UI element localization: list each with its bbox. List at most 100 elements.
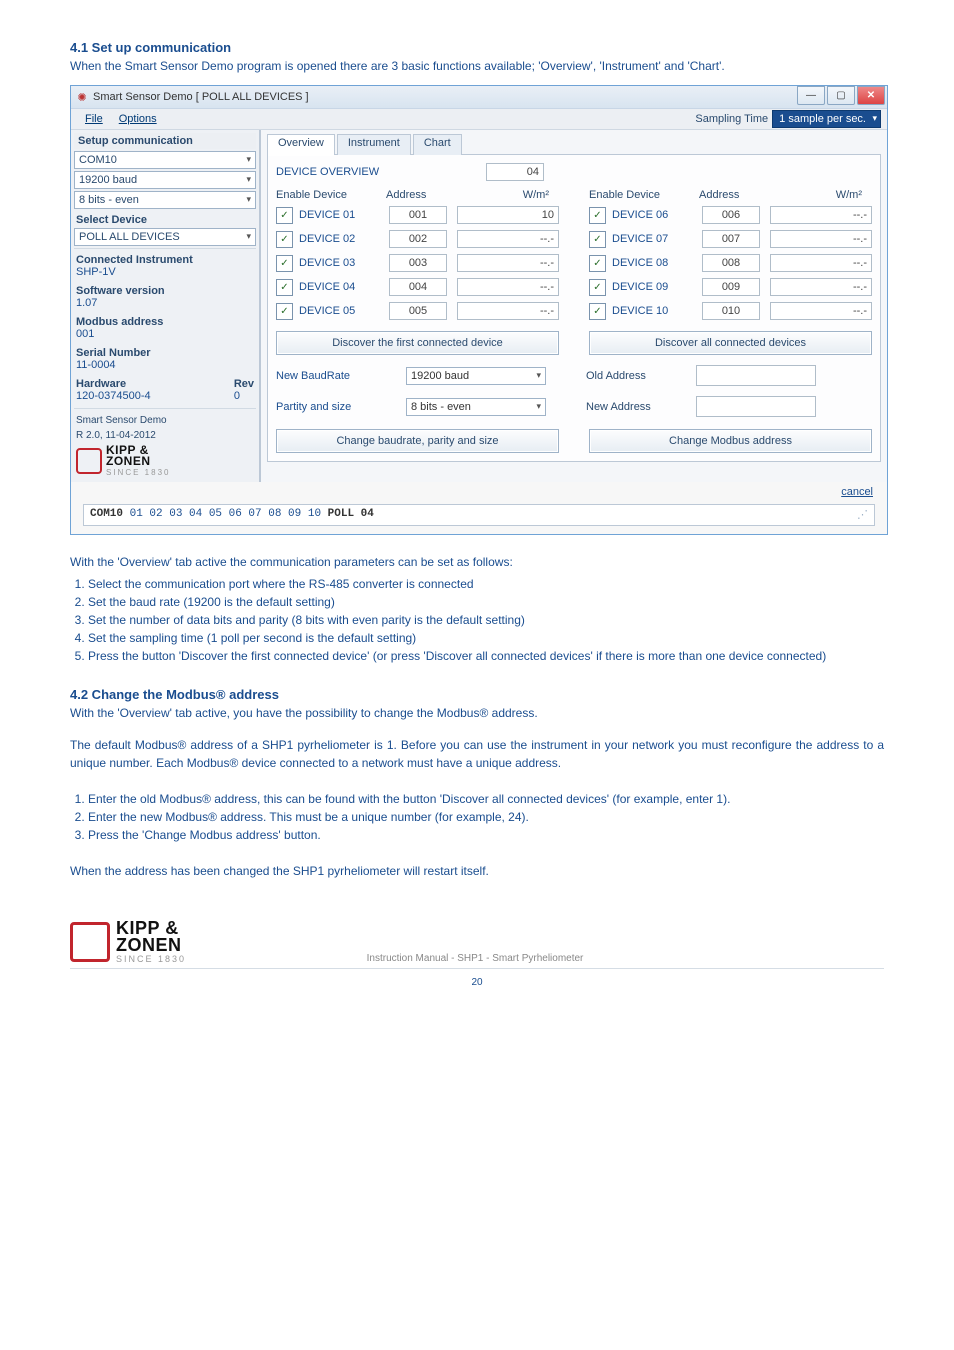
serial-number-value: 11-0004 [74,359,256,375]
sidebar-logo: KIPP & ZONEN SINCE 1830 [74,441,256,479]
menubar: File Options Sampling Time 1 sample per … [71,109,887,130]
device-enable-checkbox[interactable]: ✓ [589,279,606,296]
bits-select[interactable]: 8 bits - even [74,191,256,209]
minimize-button[interactable]: — [797,86,825,105]
device-enable-checkbox[interactable]: ✓ [276,207,293,224]
hardware-label: Hardware [74,375,232,390]
col-address-right: Address [699,189,764,201]
com-port-select[interactable]: COM10 [74,151,256,169]
device-address[interactable]: 010 [702,302,760,320]
device-address[interactable]: 007 [702,230,760,248]
device-select[interactable]: POLL ALL DEVICES [74,228,256,246]
page-number: 20 [70,977,884,988]
change-baudrate-button[interactable]: Change baudrate, parity and size [276,429,559,453]
kipp-zonen-logo-icon [76,448,102,474]
device-value: --.- [770,302,872,320]
device-row: ✓ DEVICE 06006 --.- [589,203,872,227]
device-name: DEVICE 01 [299,209,389,221]
list-item: Set the baud rate (19200 is the default … [88,593,884,611]
tab-chart[interactable]: Chart [413,134,462,155]
device-name: DEVICE 09 [612,281,702,293]
main-panel: Overview Instrument Chart DEVICE OVERVIE… [261,130,887,482]
list-item: Press the 'Change Modbus address' button… [88,826,884,844]
baud-select[interactable]: 19200 baud [74,171,256,189]
menu-options[interactable]: Options [111,111,165,127]
change-modbus-address-button[interactable]: Change Modbus address [589,429,872,453]
col-enable-right: Enable Device [589,189,699,201]
device-row: ✓ DEVICE 10010 --.- [589,299,872,323]
tabs: Overview Instrument Chart [267,133,881,155]
footer-logo: KIPP & ZONEN SINCE 1830 [70,920,186,964]
list-item: Press the button 'Discover the first con… [88,647,884,665]
parity-label: Partity and size [276,401,406,413]
section-4-2-steps: Enter the old Modbus® address, this can … [88,790,884,844]
status-prefix: COM10 [90,508,130,520]
software-version-label: Software version [74,282,256,297]
new-address-input[interactable] [696,396,816,417]
device-address[interactable]: 008 [702,254,760,272]
footer-logo-line2: ZONEN [116,937,186,954]
device-count: 04 [486,163,544,181]
device-enable-checkbox[interactable]: ✓ [276,279,293,296]
titlebar: ✺ Smart Sensor Demo [ POLL ALL DEVICES ]… [71,86,887,109]
device-address[interactable]: 003 [389,254,447,272]
device-row: ✓DEVICE 02002--.- [276,227,559,251]
footer-logo-icon [70,922,110,962]
tab-overview[interactable]: Overview [267,134,335,155]
device-enable-checkbox[interactable]: ✓ [589,255,606,272]
device-address[interactable]: 005 [389,302,447,320]
device-enable-checkbox[interactable]: ✓ [589,207,606,224]
device-name: DEVICE 10 [612,305,702,317]
tab-instrument[interactable]: Instrument [337,134,411,155]
maximize-button[interactable]: ▢ [827,86,855,105]
device-enable-checkbox[interactable]: ✓ [276,303,293,320]
close-button[interactable]: ✕ [857,86,885,105]
modbus-address-value: 001 [74,328,256,344]
device-address[interactable]: 002 [389,230,447,248]
new-baud-select[interactable]: 19200 baud [406,367,546,385]
parity-select[interactable]: 8 bits - even [406,398,546,416]
menu-file[interactable]: File [77,111,111,127]
device-address[interactable]: 006 [702,206,760,224]
col-enable-left: Enable Device [276,189,386,201]
device-address[interactable]: 009 [702,278,760,296]
device-address[interactable]: 004 [389,278,447,296]
old-address-label: Old Address [586,370,696,382]
cancel-link[interactable]: cancel [77,484,881,502]
rev-label: Rev [232,375,256,390]
resize-grip-icon[interactable]: ⋰ [857,508,868,522]
parity-value: 8 bits - even [411,401,471,413]
section-4-1-title: 4.1 Set up communication [70,40,884,55]
discover-first-button[interactable]: Discover the first connected device [276,331,559,355]
device-row: ✓DEVICE 09009--.- [589,275,872,299]
list-item: Enter the new Modbus® address. This must… [88,808,884,826]
old-address-input[interactable] [696,365,816,386]
device-enable-checkbox[interactable]: ✓ [589,231,606,248]
col-wm2-right: W/m² [764,189,872,201]
col-wm2-left: W/m² [451,189,559,201]
overview-steps-list: Select the communication port where the … [88,575,884,665]
device-name: DEVICE 06 [612,209,702,221]
device-enable-checkbox[interactable]: ✓ [589,303,606,320]
footer-logo-since: SINCE 1830 [116,954,186,964]
serial-number-label: Serial Number [74,344,256,359]
logo-line2: ZONEN [106,456,170,467]
device-enable-checkbox[interactable]: ✓ [276,255,293,272]
col-address-left: Address [386,189,451,201]
device-value: --.- [770,206,872,224]
device-name: DEVICE 07 [612,233,702,245]
device-enable-checkbox[interactable]: ✓ [276,231,293,248]
sampling-time-select[interactable]: 1 sample per sec. [772,110,881,128]
device-value: --.- [457,278,559,296]
demo-rev: R 2.0, 11-04-2012 [74,426,256,441]
demo-name: Smart Sensor Demo [74,411,256,426]
list-item: Set the number of data bits and parity (… [88,611,884,629]
overview-paragraph: With the 'Overview' tab active the commu… [70,553,884,571]
list-item: Select the communication port where the … [88,575,884,593]
new-baud-label: New BaudRate [276,370,406,382]
device-overview-heading: DEVICE OVERVIEW [276,166,486,178]
device-row: ✓DEVICE 04004--.- [276,275,559,299]
device-value: --.- [770,254,872,272]
discover-all-button[interactable]: Discover all connected devices [589,331,872,355]
device-address[interactable]: 001 [389,206,447,224]
